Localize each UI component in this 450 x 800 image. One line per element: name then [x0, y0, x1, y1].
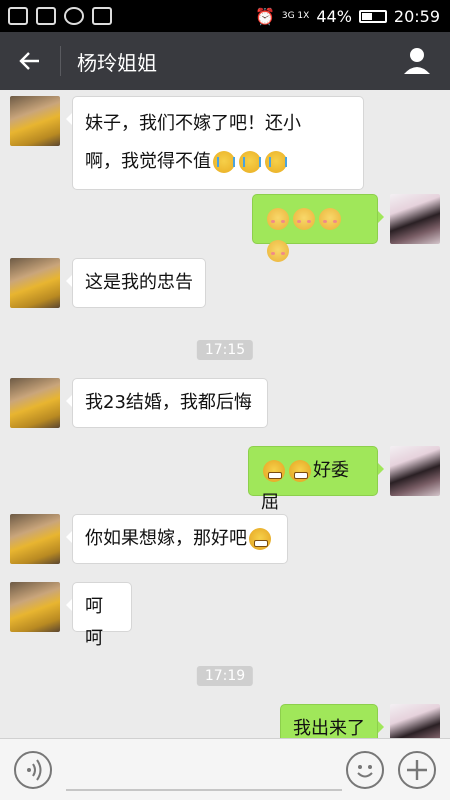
profile-button[interactable] — [402, 46, 432, 76]
message-line: 妹子，我们不嫁了吧！还小 — [85, 113, 301, 134]
record-icon — [64, 7, 84, 25]
battery-icon — [358, 9, 387, 23]
voice-button[interactable] — [14, 751, 52, 789]
cry-emoji-icon — [239, 151, 261, 173]
cry-emoji-icon — [265, 151, 287, 173]
battery-percent: 44% — [316, 6, 352, 26]
message-bubble[interactable]: 我出来了 — [280, 704, 384, 738]
avatar[interactable] — [390, 194, 440, 244]
plus-button[interactable] — [398, 751, 436, 789]
chat-header: 杨玲姐姐 — [0, 32, 450, 90]
avatar[interactable] — [10, 96, 60, 146]
input-bar — [0, 738, 450, 800]
chat-title: 杨玲姐姐 — [77, 50, 157, 75]
timestamp: 17:15 — [196, 340, 254, 360]
arrow-left-icon — [19, 52, 39, 70]
message-bubble[interactable]: 我23结婚，我都后悔 — [66, 378, 268, 428]
message-text: 你如果想嫁，那好吧 — [85, 528, 247, 549]
message-bubble[interactable]: 妹子，我们不嫁了吧！还小 啊，我觉得不值 — [66, 96, 364, 190]
message-text: 我23结婚，我都后悔 — [85, 392, 252, 413]
message-bubble[interactable]: 好委屈 — [248, 446, 384, 513]
avatar[interactable] — [10, 258, 60, 308]
plus-icon — [407, 760, 427, 780]
avatar[interactable] — [10, 582, 60, 632]
avatar[interactable] — [390, 446, 440, 496]
message-bubble[interactable]: 呵呵 — [66, 582, 132, 649]
message-text: 我出来了 — [293, 718, 365, 738]
message-bubble[interactable] — [252, 194, 384, 262]
avatar[interactable] — [390, 704, 440, 738]
shy-emoji-icon — [319, 208, 341, 230]
status-bar: ⏰ 3G 1X 44% 20:59 — [0, 0, 450, 32]
message-text: 这是我的忠告 — [85, 272, 193, 293]
sync-icon — [36, 7, 56, 25]
message-bubble[interactable]: 这是我的忠告 — [66, 258, 206, 308]
signal-indicator: 3G 1X — [281, 10, 310, 21]
message-input[interactable] — [66, 789, 342, 791]
timestamp: 17:19 — [196, 666, 254, 686]
chat-area[interactable]: 妹子，我们不嫁了吧！还小 啊，我觉得不值 这是我的忠告 17:15 我23结婚，… — [0, 90, 450, 738]
alarm-icon: ⏰ — [254, 6, 275, 26]
grimace-emoji-icon — [249, 528, 271, 550]
message-bubble[interactable]: 你如果想嫁，那好吧 — [66, 514, 288, 564]
message-line: 啊，我觉得不值 — [85, 143, 351, 181]
cry-emoji-icon — [213, 151, 235, 173]
grimace-emoji-icon — [289, 460, 311, 482]
avatar[interactable] — [10, 514, 60, 564]
emoji-button[interactable] — [346, 751, 384, 789]
clock: 20:59 — [393, 6, 440, 26]
shy-emoji-icon — [267, 208, 289, 230]
grimace-emoji-icon — [263, 460, 285, 482]
notification-icon — [8, 7, 28, 25]
voice-icon — [27, 759, 42, 781]
back-button[interactable] — [0, 32, 60, 90]
header-divider — [60, 46, 61, 76]
avatar[interactable] — [10, 378, 60, 428]
person-icon — [404, 48, 430, 74]
image-icon — [92, 7, 112, 25]
shy-emoji-icon — [267, 240, 289, 262]
emoji-icon — [357, 765, 373, 778]
shy-emoji-icon — [293, 208, 315, 230]
message-text: 呵呵 — [85, 596, 103, 649]
